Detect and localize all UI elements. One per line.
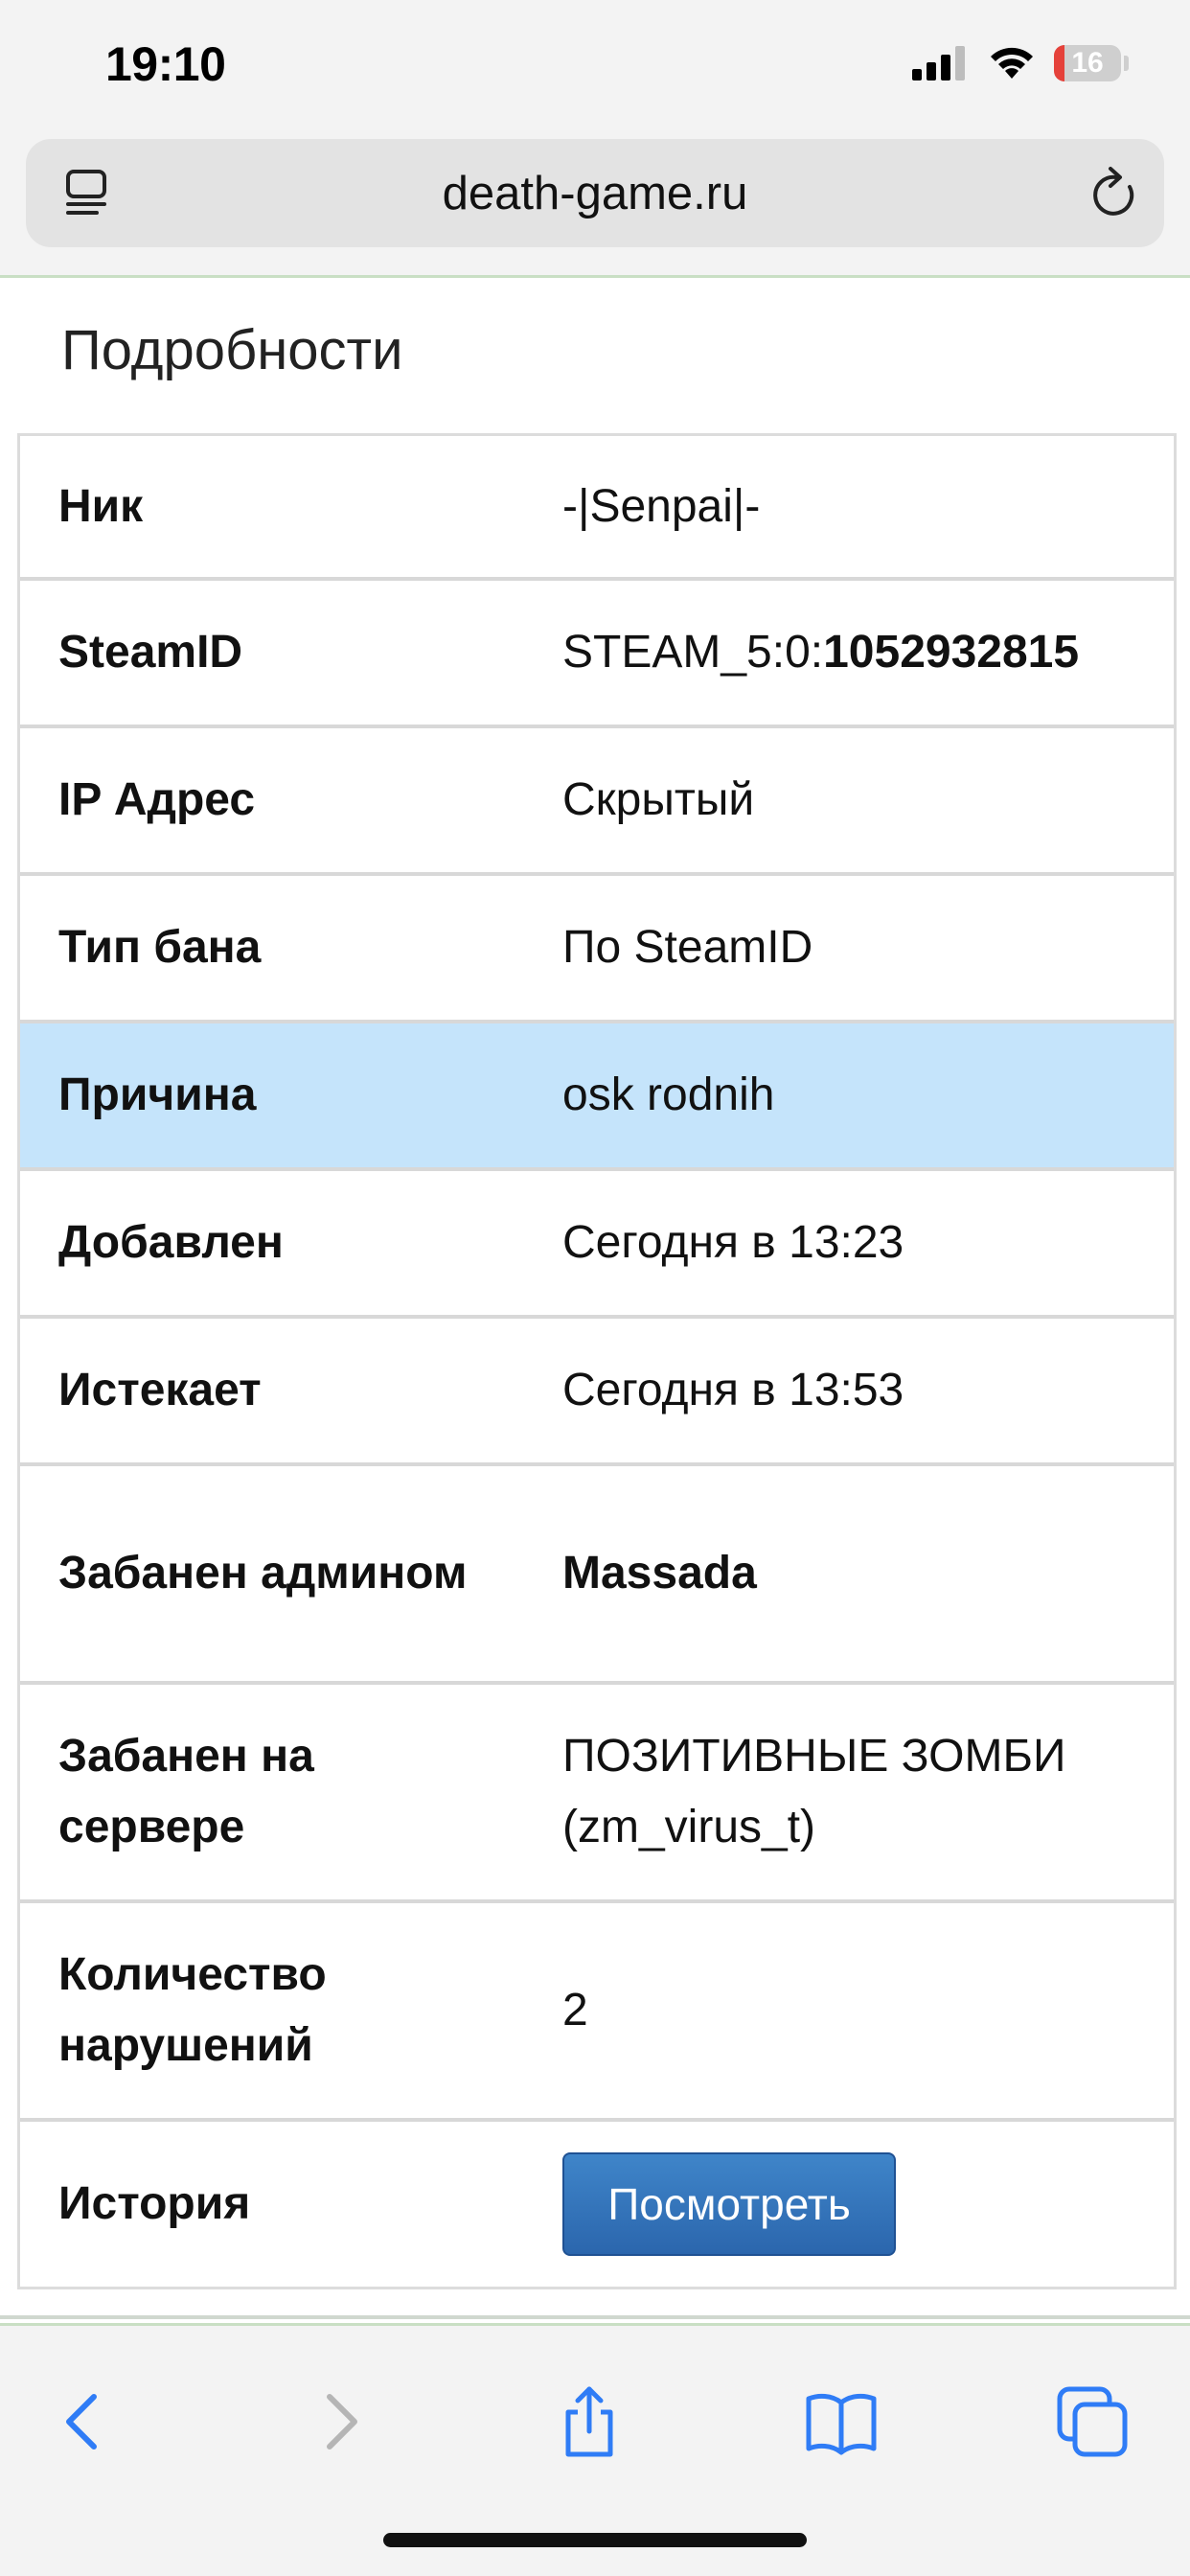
battery-icon: 16 [1054,45,1121,81]
address-area: death-game.ru [0,134,1190,278]
row-label: Ник [58,480,144,532]
row-value: По SteamID [562,922,813,973]
row-value: Сегодня в 13:23 [562,1217,904,1268]
row-label: Тип бана [58,922,262,973]
row-label: Истекает [58,1365,262,1415]
divider [0,2315,1190,2319]
back-icon[interactable] [46,2383,123,2460]
row-label: IP Адрес [58,774,256,825]
table-row-added: Добавлен Сегодня в 13:23 [20,1171,1174,1319]
page-title: Подробности [61,319,403,381]
share-icon[interactable] [551,2383,628,2460]
address-bar[interactable]: death-game.ru [26,139,1164,247]
battery-cap [1124,56,1129,71]
row-label: Причина [58,1070,257,1120]
reload-icon[interactable] [1087,166,1141,221]
row-value: Скрытый [562,774,755,825]
table-row-steamid: SteamID STEAM_5:0:1052932815 [20,581,1174,728]
table-row-reason: Причина osk rodnih [20,1024,1174,1171]
table-row-banned-by: Забанен админом Massada [20,1466,1174,1685]
row-label: SteamID [58,627,243,678]
table-row-server: Забанен на сервере ПОЗИТИВНЫЕ ЗОМБИ (zm_… [20,1685,1174,1903]
battery-percent: 16 [1071,47,1104,79]
steamid-prefix: STEAM_5:0: [562,627,824,678]
row-value: -|Senpai|- [562,480,761,532]
table-row-history: История Посмотреть [20,2122,1174,2287]
table-row-violations: Количество нарушений 2 [20,1903,1174,2122]
row-value: osk rodnih [562,1070,775,1120]
bookmarks-icon[interactable] [803,2383,880,2460]
home-indicator [383,2533,807,2547]
table-row-ban-type: Тип бана По SteamID [20,876,1174,1024]
page-content: Подробности Ник -|Senpai|- SteamID STEAM… [0,284,1190,2319]
row-label: Забанен админом [58,1548,468,1598]
details-table: Ник -|Senpai|- SteamID STEAM_5:0:1052932… [17,433,1177,2289]
steamid-number: 1052932815 [823,627,1080,678]
reader-icon[interactable] [62,166,116,219]
row-label: Забанен на сервере [58,1731,314,1852]
table-row-ip: IP Адрес Скрытый [20,728,1174,876]
url-text[interactable]: death-game.ru [26,139,1164,247]
status-time: 19:10 [105,37,226,91]
row-value: 2 [562,1985,588,2036]
signal-icon [912,46,965,80]
row-label: История [58,2178,251,2229]
row-value: Сегодня в 13:53 [562,1365,904,1415]
row-label: Количество нарушений [58,1949,327,2071]
row-value: STEAM_5:0:1052932815 [562,617,1174,688]
table-row-nick: Ник -|Senpai|- [20,436,1174,581]
view-history-button[interactable]: Посмотреть [562,2152,896,2256]
row-value: ПОЗИТИВНЫЕ ЗОМБИ (zm_virus_t) [562,1731,1066,1852]
wifi-icon [991,47,1033,79]
forward-icon[interactable] [301,2383,378,2460]
tabs-icon[interactable] [1054,2383,1131,2460]
row-value: Massada [562,1548,757,1598]
row-label: Добавлен [58,1217,284,1268]
row-value: Посмотреть [562,2152,1174,2256]
table-row-expires: Истекает Сегодня в 13:53 [20,1319,1174,1466]
status-bar: 19:10 16 [0,0,1190,134]
